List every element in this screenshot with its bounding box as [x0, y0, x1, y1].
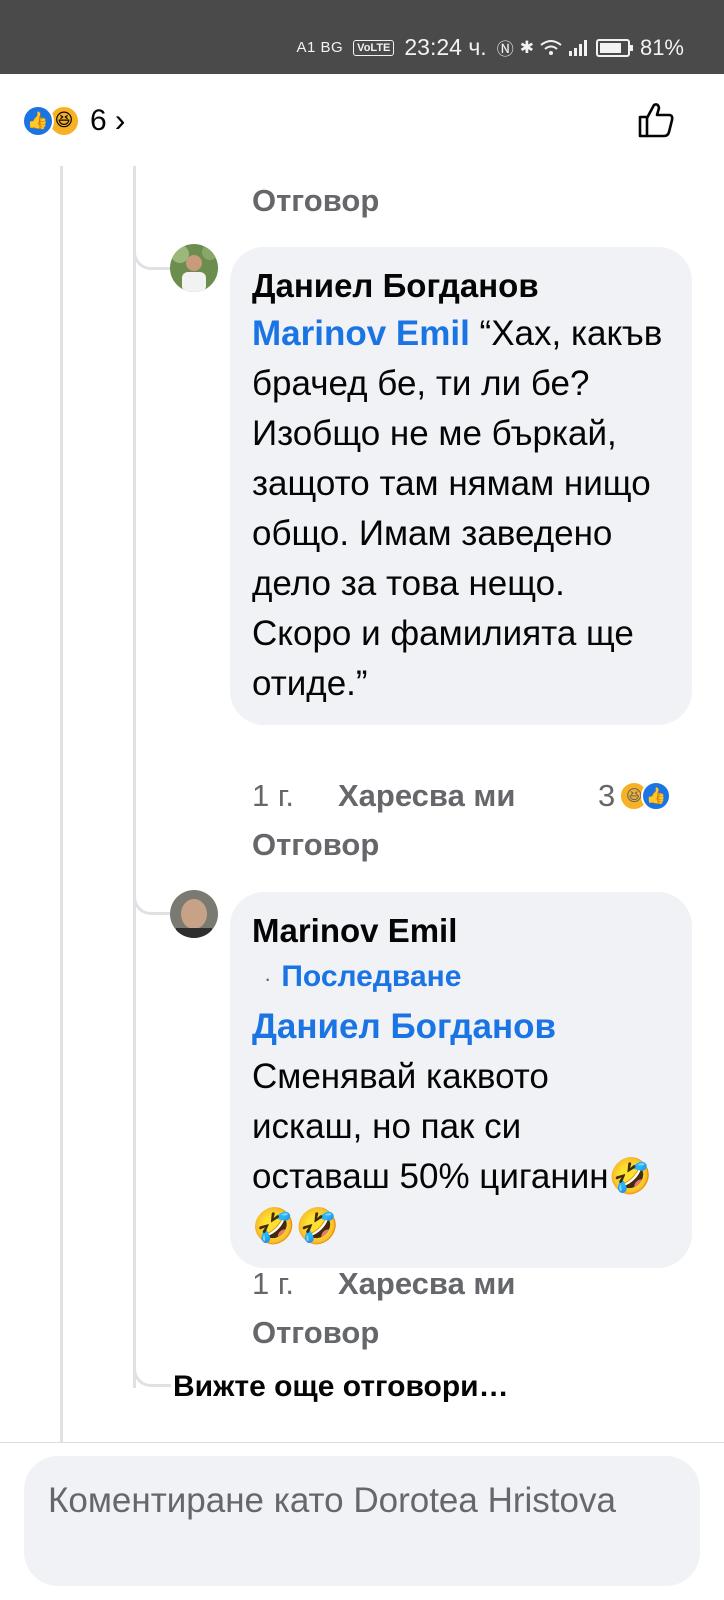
comment-actions: 1 г. Харесва ми — [252, 778, 515, 814]
reply-button[interactable]: Отговор — [252, 183, 379, 219]
comment-timestamp[interactable]: 1 г. — [252, 1266, 294, 1302]
mention-link[interactable]: Marinov Emil — [252, 314, 470, 353]
comment-text: Даниел Богданов Сменявай каквото искаш, н… — [252, 1002, 668, 1252]
mention-link[interactable]: Даниел Богданов — [252, 1002, 668, 1052]
comment-bubble: Даниел Богданов Marinov Emil “Хах, какъв… — [230, 247, 692, 725]
comment-reaction-number: 3 — [598, 778, 616, 813]
reply-button[interactable]: Отговор — [252, 827, 379, 863]
status-icons: Ⓝ ✱ — [496, 35, 633, 60]
comment-bubble: Marinov Emil · Последване Даниел Богданов… — [230, 892, 692, 1268]
like-comment-button[interactable]: Харесва ми — [338, 778, 515, 814]
comment-body: “Хах, какъв брачед бе, ти ли бе? Изобщо … — [252, 314, 663, 703]
bluetooth-icon: ✱ — [519, 37, 534, 57]
separator-dot: · — [264, 966, 272, 991]
carrier-label: A1 BG — [296, 39, 344, 56]
clock: 23:24 ч. — [404, 34, 487, 60]
comment-reaction-count[interactable]: 3 😆 👍 — [598, 778, 672, 814]
like-icon: 👍 — [22, 104, 54, 137]
divider — [0, 1442, 724, 1443]
reaction-summary[interactable]: 👍 😆 6 › — [22, 102, 125, 139]
more-replies-link[interactable]: Вижте още отговори… — [173, 1370, 509, 1404]
thread-line-inner — [133, 166, 136, 1388]
thread-line-outer — [60, 166, 63, 1442]
reaction-count: 6 — [90, 103, 107, 137]
reply-button[interactable]: Отговор — [252, 1315, 379, 1351]
follow-label: Последване — [281, 960, 462, 993]
chevron-right-icon: › — [114, 102, 126, 138]
nfc-icon: Ⓝ — [496, 40, 514, 59]
signal-icon — [568, 39, 587, 56]
follow-button[interactable]: · Последване — [252, 954, 668, 1002]
thread-connector — [133, 893, 171, 915]
like-comment-button[interactable]: Харесва ми — [338, 1266, 515, 1302]
comment-timestamp[interactable]: 1 г. — [252, 778, 294, 814]
thread-connector — [133, 1365, 171, 1387]
comment-body: Сменявай каквото искаш, но пак си остава… — [252, 1057, 653, 1246]
comment-author[interactable]: Даниел Богданов — [252, 263, 668, 309]
avatar[interactable] — [170, 244, 218, 292]
like-button[interactable] — [636, 100, 676, 145]
like-icon: 👍 — [641, 781, 672, 811]
avatar[interactable] — [170, 890, 218, 938]
thumbs-up-icon — [638, 103, 674, 138]
battery-percent: 81% — [639, 34, 684, 60]
comment-author[interactable]: Marinov Emil — [252, 908, 668, 954]
comment-input[interactable]: Коментиране като Dorotea Hristova — [24, 1456, 700, 1586]
comment-input-placeholder: Коментиране като Dorotea Hristova — [48, 1481, 616, 1520]
volte-badge: VoLTE — [353, 39, 395, 56]
battery-icon — [595, 38, 633, 57]
wifi-icon — [540, 39, 562, 55]
comment-text: Marinov Emil “Хах, какъв брачед бе, ти л… — [252, 309, 668, 709]
thread-connector — [133, 248, 171, 270]
status-bar: A1 BG VoLTE 23:24 ч. Ⓝ ✱ 81% — [0, 0, 724, 74]
comment-actions: 1 г. Харесва ми — [252, 1266, 515, 1302]
post-reaction-header: 👍 😆 6 › — [0, 74, 724, 166]
